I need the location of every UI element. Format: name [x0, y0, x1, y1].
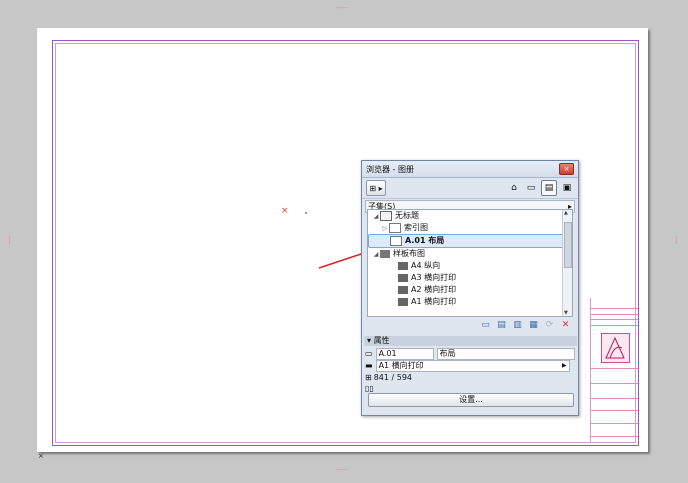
tree-item-label: 索引图	[404, 223, 428, 232]
tree-options-button[interactable]: ⊞ ▸	[366, 180, 386, 196]
annotation-arrow	[318, 247, 378, 269]
size-value: 841 / 594	[373, 373, 413, 382]
tree-item-label: A2 横向打印	[411, 285, 457, 294]
folder-icon	[380, 249, 390, 258]
palette-title: 浏览器 - 图册	[366, 164, 414, 174]
master-select[interactable]: A1 横向打印 ▶	[375, 359, 570, 372]
view-map-icon[interactable]: ▭	[524, 181, 538, 195]
tree-item-label: A.01 布局	[405, 236, 445, 245]
sheet-icon	[398, 261, 408, 270]
master-row: ▬ A1 横向打印 ▶	[365, 359, 575, 372]
properties-title: 属性	[373, 336, 390, 345]
close-icon[interactable]: ×	[559, 163, 574, 175]
tree-item[interactable]: A3 横向打印	[368, 272, 572, 284]
sheet-icon	[398, 297, 408, 306]
tree-item[interactable]: A1 横向打印	[368, 296, 572, 308]
scroll-thumb[interactable]	[564, 222, 572, 268]
id-name-row: ▭ A.01 布局	[365, 347, 575, 360]
scroll-up-icon[interactable]: ▲	[564, 210, 568, 216]
sheet-icon	[398, 285, 408, 294]
tree-item[interactable]: A4 纵向	[368, 260, 572, 272]
tree-item-label: A3 横向打印	[411, 273, 457, 282]
tree-item[interactable]: ◢ 无标题	[368, 210, 572, 222]
layout-book-icon[interactable]: ▤	[541, 180, 557, 196]
new-subset-icon[interactable]: ▤	[496, 320, 507, 331]
palette-titlebar[interactable]: 浏览器 - 图册 ×	[362, 161, 578, 178]
settings-button[interactable]: 设置...	[368, 393, 574, 407]
tree-actions: ▭ ▤ ▥ ▦ ⟳ ✕	[367, 317, 571, 333]
tree-item-label: A1 横向打印	[411, 297, 457, 306]
refresh-icon[interactable]: ⟳	[544, 320, 555, 331]
tree-scrollbar[interactable]: ▲ ▼	[562, 210, 572, 316]
page-icon: ▭	[365, 349, 373, 358]
publisher-icon[interactable]: ▣	[560, 181, 574, 195]
size-icon: ⊞	[365, 373, 372, 382]
delete-icon[interactable]: ✕	[560, 320, 571, 331]
tree-item[interactable]: ◢ 样板布图	[368, 248, 572, 260]
master-value: A1 横向打印	[378, 360, 424, 370]
white-page-icon	[390, 235, 402, 246]
layout-tree[interactable]: ◢ 无标题 ▷ 索引图 A.01 布局 ◢ 样板布图 A4 纵向 A3 横向打印 A2 横向打印 A…	[367, 209, 573, 317]
tree-item[interactable]: A.01 布局	[368, 234, 572, 248]
new-layout-icon[interactable]: ▭	[480, 320, 491, 331]
sheet-icon	[398, 273, 408, 282]
layout-id-field[interactable]: A.01	[375, 347, 434, 360]
tree-item-label: 无标题	[395, 211, 419, 220]
size-row: ⊞ 841 / 594	[365, 372, 575, 383]
master-arrow-icon: ▶	[561, 361, 567, 369]
copy-icon[interactable]: ▦	[528, 320, 539, 331]
properties-header[interactable]: ▾ 属性	[364, 336, 577, 346]
tree-item[interactable]: A2 横向打印	[368, 284, 572, 296]
new-master-icon[interactable]: ▥	[512, 320, 523, 331]
master-icon: ▬	[365, 361, 373, 370]
white-page-icon	[389, 222, 401, 233]
browser-palette[interactable]: 浏览器 - 图册 × ⊞ ▸ ⌂ ▭ ▤ ▣ 子集(S) ▸ ◢ 无标题 ▷ 索引图 A…	[361, 160, 579, 416]
book-icon	[380, 210, 392, 221]
palette-toolbar: ⊞ ▸ ⌂ ▭ ▤ ▣	[362, 178, 578, 199]
tree-item-label: A4 纵向	[411, 261, 441, 270]
tree-item[interactable]: ▷ 索引图	[368, 222, 572, 234]
tree-item-label: 样板布图	[393, 249, 425, 258]
project-map-icon[interactable]: ⌂	[507, 181, 521, 195]
layout-name-field[interactable]: 布局	[436, 347, 575, 360]
scroll-down-icon[interactable]: ▼	[564, 310, 568, 316]
